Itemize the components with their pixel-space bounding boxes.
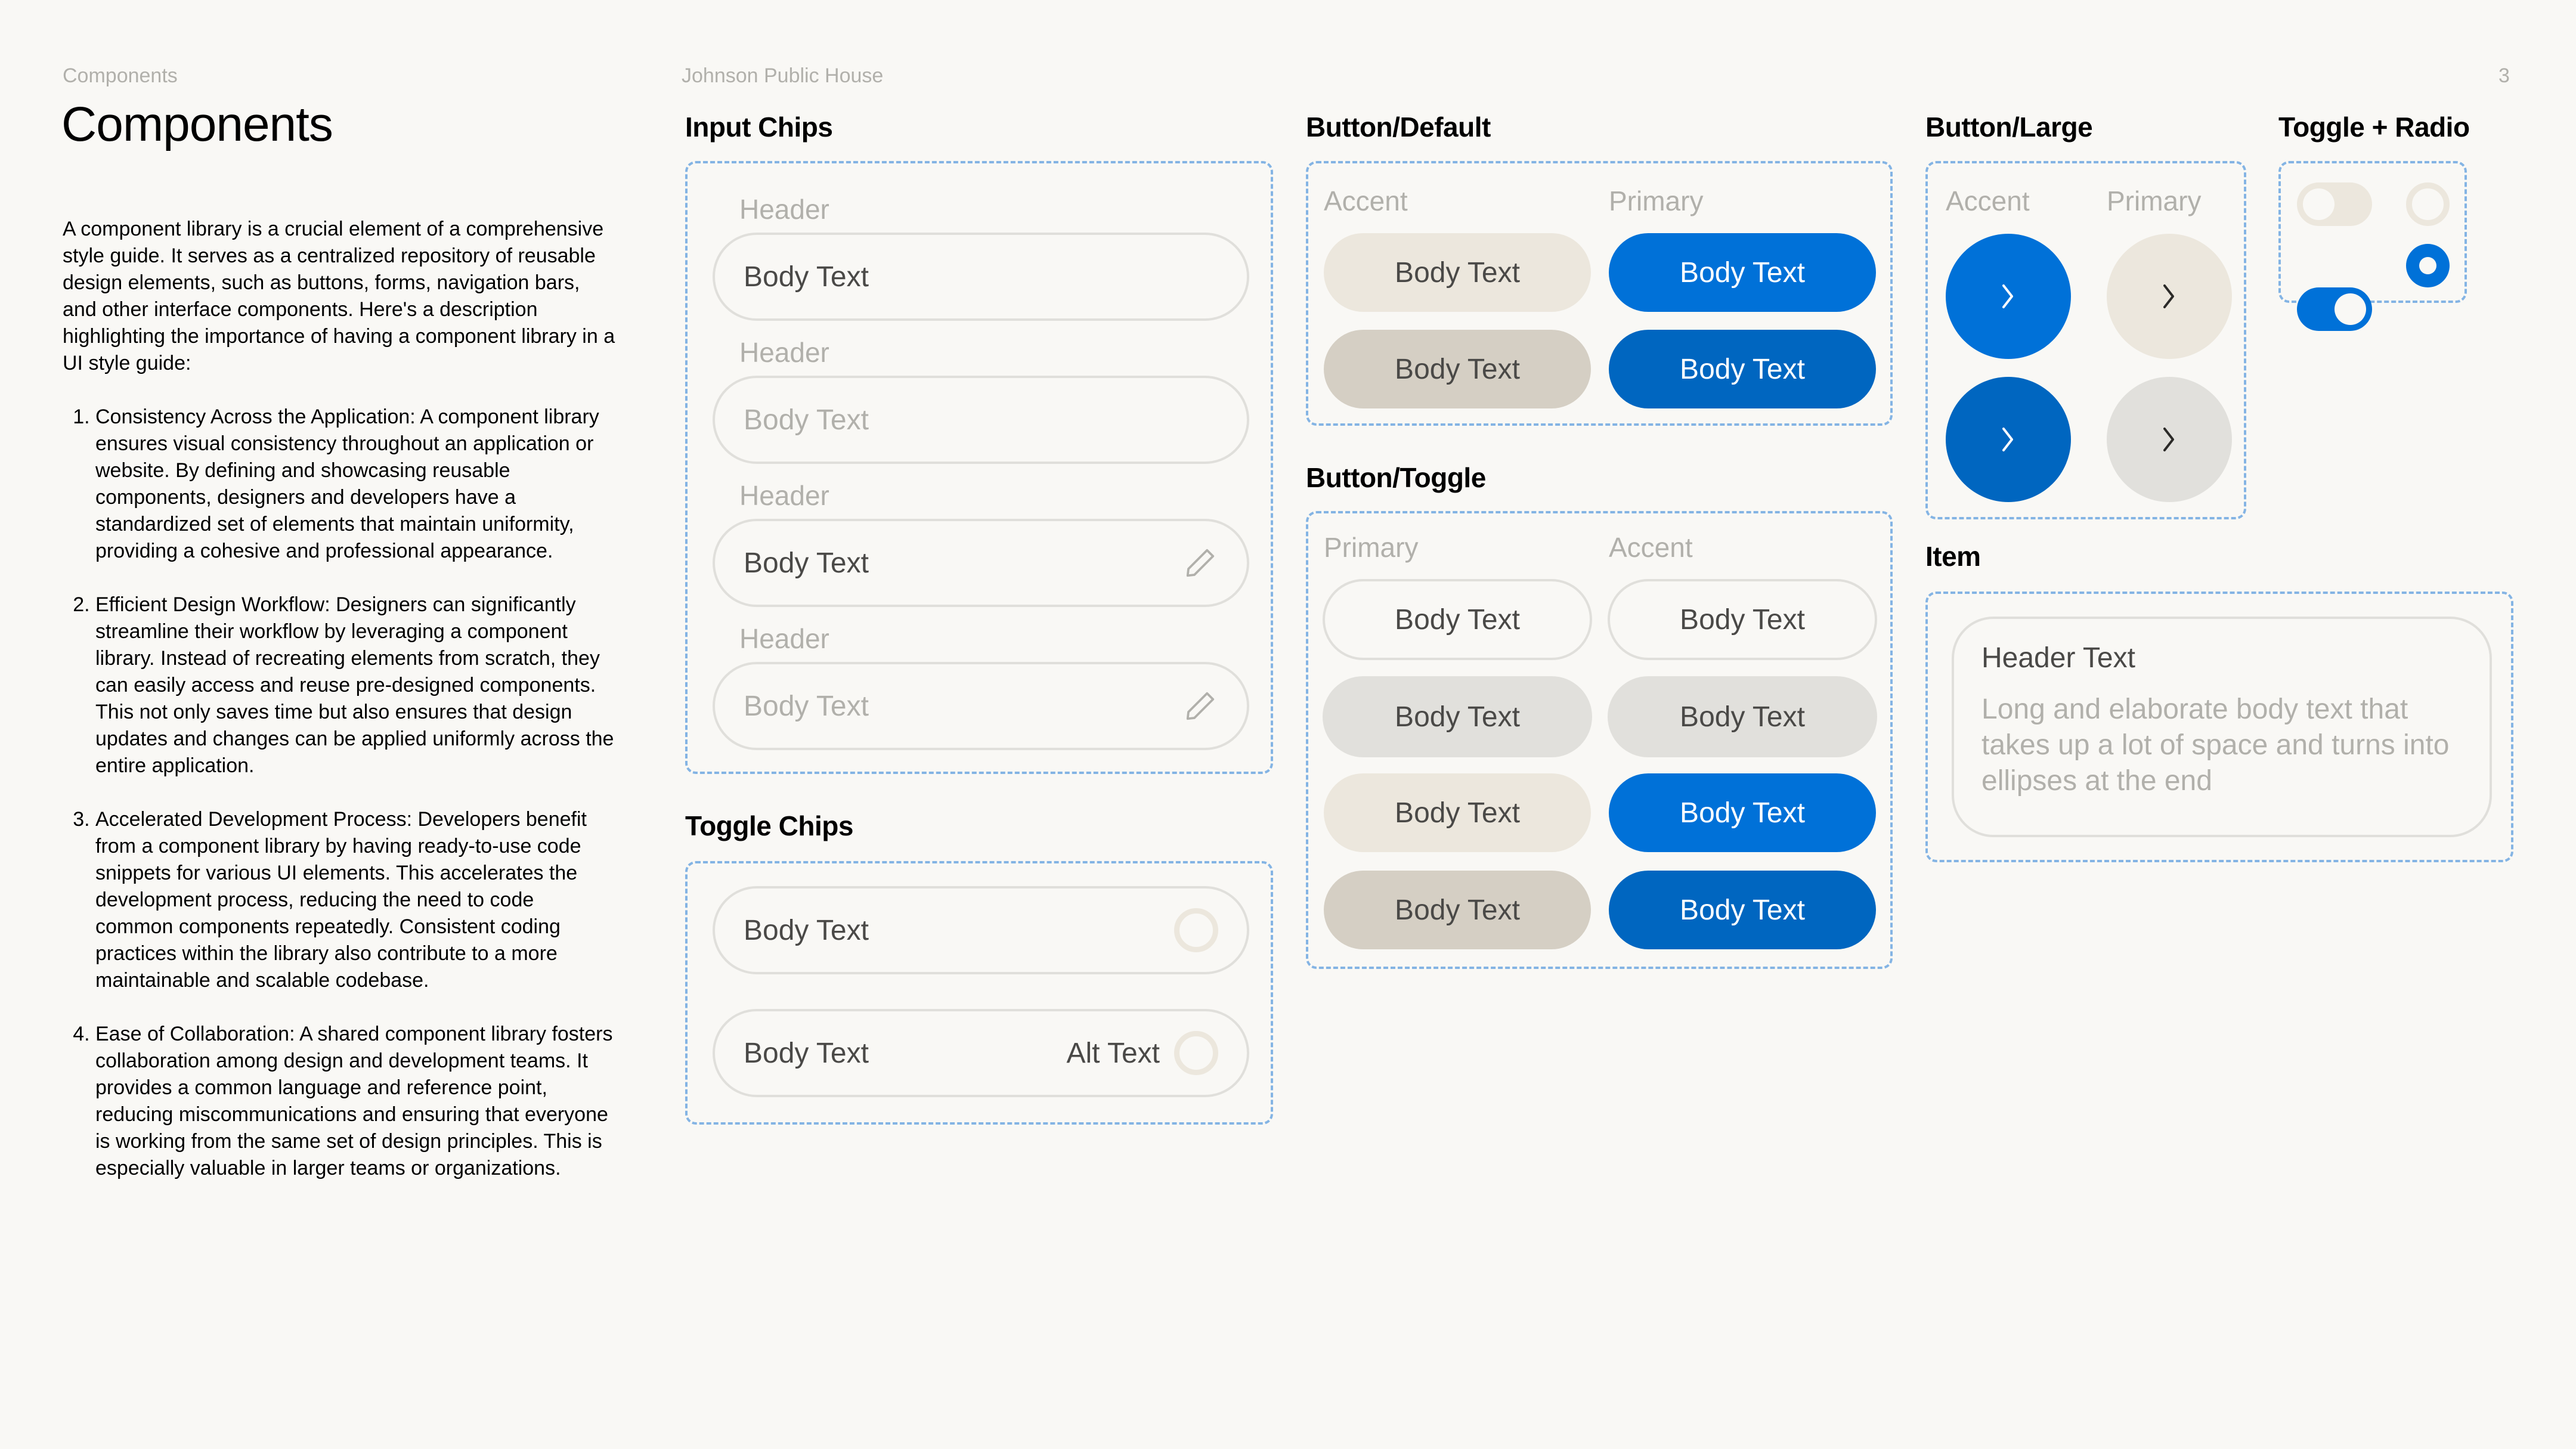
input-chip-header: Header [739, 480, 829, 511]
toggle-switch-off[interactable] [2297, 182, 2372, 226]
toggle-button-hover[interactable]: Body Text [1608, 676, 1877, 757]
input-chip-header: Header [739, 337, 829, 368]
intro-paragraph: A component library is a crucial element… [63, 218, 615, 374]
button-large-title: Button/Large [1925, 112, 2093, 143]
input-chip[interactable]: Body Text [713, 233, 1249, 321]
primary-button[interactable]: Body Text [1609, 233, 1876, 312]
input-chip-value: Body Text [744, 261, 869, 293]
item-title: Item [1925, 541, 1981, 572]
toggle-chip[interactable]: Body Text Alt Text [713, 1009, 1249, 1097]
input-chip-placeholder: Body Text [744, 690, 869, 722]
input-chip-placeholder: Body Text [744, 404, 869, 436]
toggle-button-hover[interactable]: Body Text [1323, 676, 1592, 757]
button-default-title: Button/Default [1306, 112, 1491, 143]
toggle-button-off[interactable]: Body Text [1608, 579, 1877, 660]
toggle-chips-title: Toggle Chips [685, 810, 853, 841]
chevron-right-icon [2002, 428, 2013, 451]
accent-button-pressed[interactable]: Body Text [1324, 330, 1591, 408]
toggle-knob [2334, 293, 2366, 325]
radio-ring-icon [1174, 908, 1218, 952]
large-button-accent[interactable] [2107, 234, 2232, 359]
intro-text: A component library is a crucial element… [63, 216, 617, 1209]
column-label-accent: Accent [1946, 185, 2030, 216]
page-title: Components [61, 97, 333, 151]
input-chip-header: Header [739, 194, 829, 225]
input-chip[interactable]: Body Text [713, 519, 1249, 607]
button-large-group: Accent Primary [1925, 161, 2246, 519]
intro-point: Accelerated Development Process: Develop… [95, 806, 617, 994]
input-chip-value: Body Text [744, 547, 869, 579]
radio-unselected[interactable] [2406, 182, 2450, 226]
toggle-button-on[interactable]: Body Text [1609, 773, 1876, 852]
button-default-group: Accent Primary Body Text Body Text Body … [1306, 161, 1893, 426]
column-label-accent: Accent [1609, 532, 1693, 563]
item-header-text: Header Text [1981, 642, 2135, 674]
pencil-icon[interactable] [1182, 545, 1218, 581]
column-label-primary: Primary [2107, 185, 2202, 216]
chevron-right-icon [2163, 428, 2174, 451]
project-name: Johnson Public House [682, 64, 884, 87]
large-button-primary-pressed[interactable] [1946, 377, 2071, 502]
toggle-knob [2303, 188, 2334, 220]
input-chips-title: Input Chips [685, 112, 833, 143]
column-label-primary: Primary [1324, 532, 1419, 563]
toggle-button-off[interactable]: Body Text [1323, 579, 1592, 660]
button-toggle-title: Button/Toggle [1306, 462, 1486, 493]
input-chip[interactable]: Body Text [713, 376, 1249, 464]
input-chips-group: Header Body Text Header Body Text Header… [685, 161, 1273, 774]
toggle-chip[interactable]: Body Text [713, 886, 1249, 974]
intro-point: Ease of Collaboration: A shared componen… [95, 1021, 617, 1182]
pencil-icon[interactable] [1182, 688, 1218, 724]
toggle-switch-on[interactable] [2297, 287, 2372, 331]
input-chip[interactable]: Body Text [713, 662, 1249, 750]
toggle-radio-title: Toggle + Radio [2278, 112, 2470, 143]
toggle-chip-label: Body Text [744, 914, 869, 946]
toggle-radio-group [2278, 161, 2467, 331]
large-button-primary[interactable] [1946, 234, 2071, 359]
input-chip-header: Header [739, 623, 829, 654]
toggle-chips-group: Body Text Body Text Alt Text [685, 861, 1273, 1125]
button-toggle-group: Primary Accent Body Text Body Text Body … [1306, 511, 1893, 969]
primary-button-pressed[interactable]: Body Text [1609, 330, 1876, 408]
intro-points-list: Consistency Across the Application: A co… [63, 404, 617, 1182]
toggle-button-on-pressed[interactable]: Body Text [1324, 871, 1591, 949]
column-label-primary: Primary [1609, 185, 1704, 216]
column-label-accent: Accent [1324, 185, 1408, 216]
toggle-chip-alt-text: Alt Text [1066, 1037, 1160, 1069]
toggle-chip-label: Body Text [744, 1037, 869, 1069]
toggle-button-on-pressed[interactable]: Body Text [1609, 871, 1876, 949]
radio-dot [2419, 257, 2436, 274]
item-body-text: Long and elaborate body text that takes … [1981, 693, 2450, 797]
intro-point: Efficient Design Workflow: Designers can… [95, 592, 617, 779]
list-item-card[interactable]: Header Text Long and elaborate body text… [1952, 617, 2492, 837]
radio-ring-icon [1174, 1031, 1218, 1075]
section-label: Components [63, 64, 178, 87]
radio-selected[interactable] [2406, 244, 2450, 287]
chevron-right-icon [2163, 284, 2174, 308]
accent-button[interactable]: Body Text [1324, 233, 1591, 312]
page-number: 3 [2498, 64, 2510, 87]
chevron-right-icon [2002, 284, 2013, 308]
intro-point: Consistency Across the Application: A co… [95, 404, 617, 565]
item-group: Header Text Long and elaborate body text… [1925, 592, 2513, 862]
large-button-neutral[interactable] [2107, 377, 2232, 502]
toggle-button-on[interactable]: Body Text [1324, 773, 1591, 852]
